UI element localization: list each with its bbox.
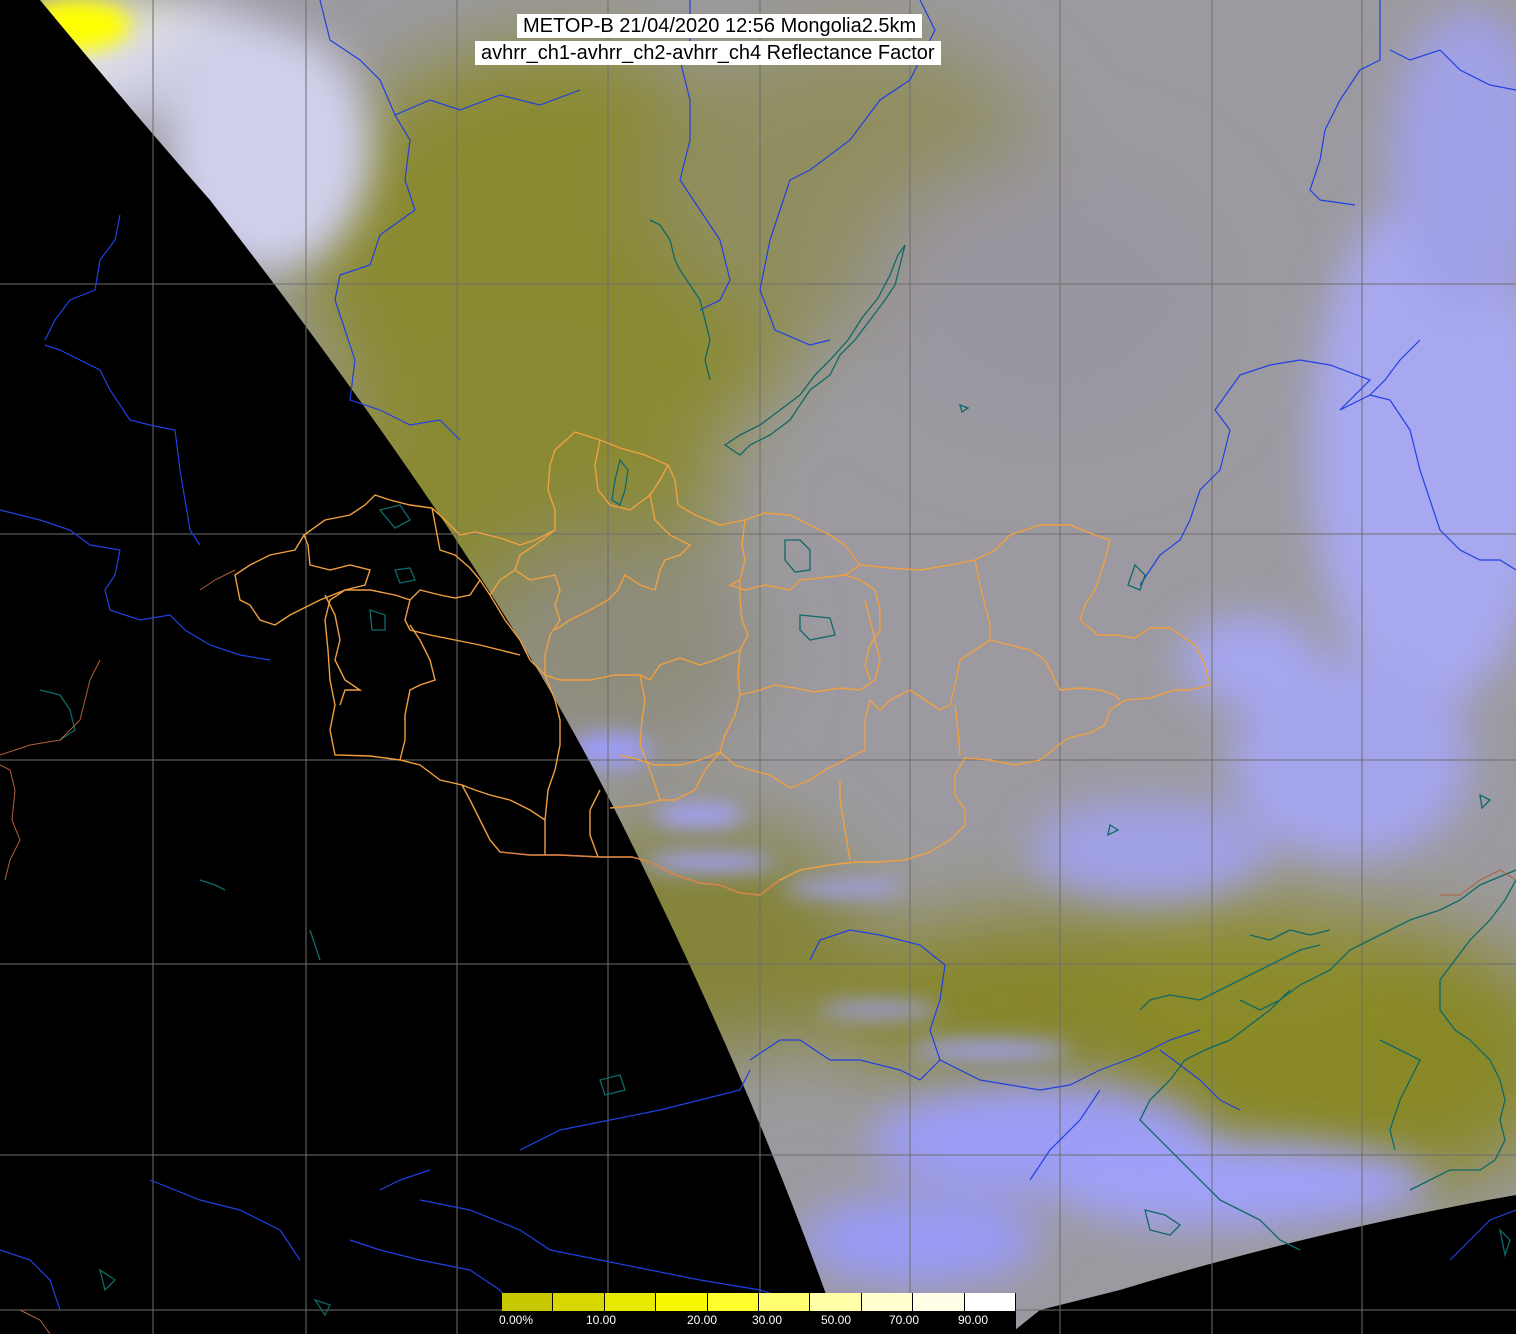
title-line-2: avhrr_ch1-avhrr_ch2-avhrr_ch4 Reflectanc…	[475, 41, 941, 65]
colorbar-segment	[502, 1293, 554, 1311]
colorbar-legend: 0.00% 10.00 20.00 30.00 50.00 70.00 90.0…	[499, 1293, 1016, 1334]
colorbar-label: 50.00	[821, 1313, 852, 1327]
colorbar-segment	[964, 1293, 1016, 1311]
colorbar-segment	[707, 1293, 759, 1311]
colorbar-segment	[656, 1293, 708, 1311]
colorbar-segment	[553, 1293, 605, 1311]
satellite-map	[0, 0, 1516, 1334]
colorbar-label: 30.00	[752, 1313, 783, 1327]
colorbar-label: 0.00%	[499, 1313, 534, 1327]
colorbar-segment	[913, 1293, 965, 1311]
colorbar-segment	[759, 1293, 811, 1311]
title-line-1: METOP-B 21/04/2020 12:56 Mongolia2.5km	[517, 14, 923, 38]
colorbar-label: 90.00	[958, 1313, 989, 1327]
colorbar-segment	[810, 1293, 862, 1311]
colorbar-segment	[861, 1293, 914, 1311]
colorbar-label: 20.00	[687, 1313, 718, 1327]
colorbar-label: 10.00	[586, 1313, 617, 1327]
colorbar-label: 70.00	[889, 1313, 920, 1327]
colorbar-segment	[604, 1293, 657, 1311]
colorbar-labels: 0.00% 10.00 20.00 30.00 50.00 70.00 90.0…	[499, 1311, 1016, 1334]
colorbar-gradient	[502, 1293, 1016, 1311]
